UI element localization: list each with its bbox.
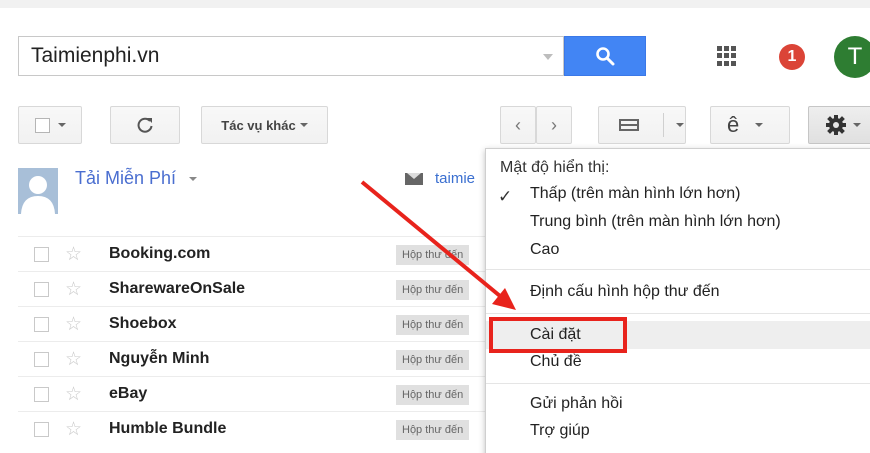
annotation-arrow-icon: [360, 180, 516, 310]
